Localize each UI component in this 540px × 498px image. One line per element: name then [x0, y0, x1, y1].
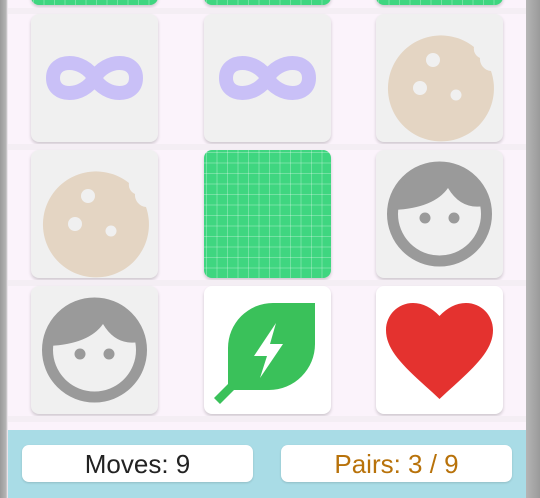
cookie-icon	[387, 35, 494, 142]
card-face-down[interactable]	[31, 0, 158, 5]
eco-leaf-icon	[214, 303, 315, 404]
face-icon	[42, 297, 147, 403]
cookie-icon	[42, 171, 149, 278]
card-face-down[interactable]	[204, 0, 331, 5]
card-cookie[interactable]	[376, 14, 503, 142]
infinity-icon	[219, 56, 316, 100]
card-eco-leaf[interactable]	[204, 286, 331, 414]
card-infinity[interactable]	[31, 14, 158, 142]
card-grid	[8, 0, 526, 430]
game-window: Moves: 9 Pairs: 3 / 9	[0, 0, 540, 498]
row-divider	[8, 416, 526, 422]
card-face[interactable]	[31, 286, 158, 414]
card-infinity[interactable]	[204, 14, 331, 142]
face-icon	[387, 161, 492, 267]
moves-counter: Moves: 9	[22, 445, 253, 482]
infinity-icon	[46, 56, 143, 100]
heart-icon	[386, 303, 493, 399]
card-face[interactable]	[376, 150, 503, 278]
card-face-down[interactable]	[204, 150, 331, 278]
card-heart[interactable]	[376, 286, 503, 414]
card-face-down[interactable]	[376, 0, 503, 5]
card-cookie[interactable]	[31, 150, 158, 278]
score-bar: Moves: 9 Pairs: 3 / 9	[8, 430, 526, 498]
pairs-counter: Pairs: 3 / 9	[281, 445, 512, 482]
